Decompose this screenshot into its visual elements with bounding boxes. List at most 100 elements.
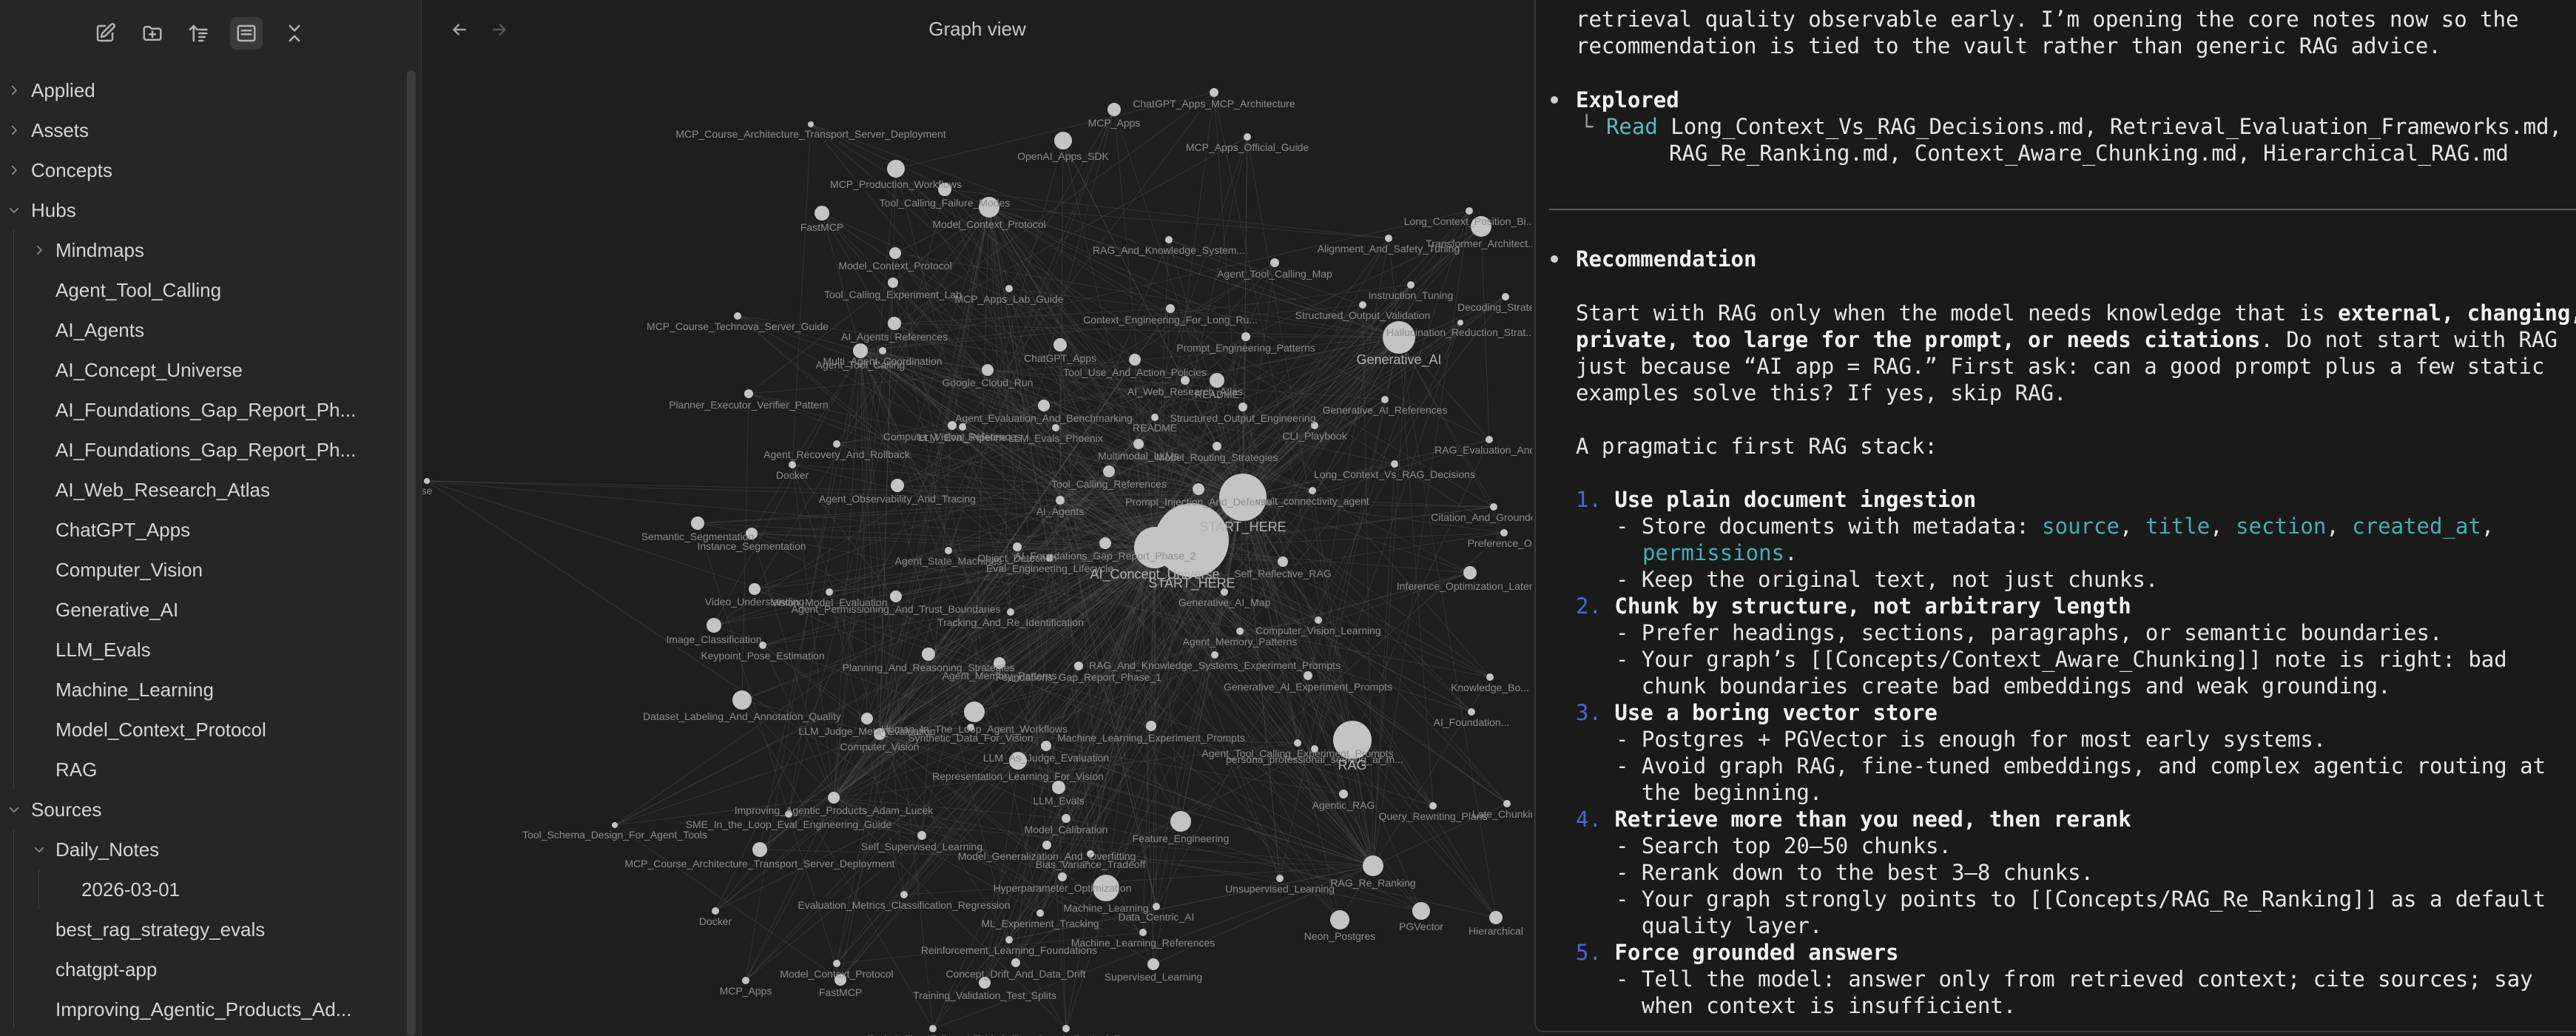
file-item-chatgpt-apps[interactable]: ChatGPT_Apps <box>0 510 403 550</box>
graph-node[interactable] <box>879 347 886 354</box>
chevron-right-icon[interactable] <box>6 162 22 178</box>
chevron-down-icon[interactable] <box>31 841 47 858</box>
graph-node[interactable] <box>1155 503 1229 577</box>
graph-node[interactable] <box>1213 442 1221 451</box>
graph-node[interactable] <box>1241 332 1250 341</box>
graph-node[interactable] <box>1429 802 1437 810</box>
graph-node[interactable] <box>808 121 814 127</box>
graph-node[interactable] <box>888 317 901 330</box>
graph-node[interactable] <box>1407 281 1415 289</box>
graph-node[interactable] <box>744 389 753 398</box>
file-item-machine-learning[interactable]: Machine_Learning <box>0 670 403 710</box>
graph-node[interactable] <box>1339 790 1348 798</box>
folder-item-daily-notes[interactable]: Daily_Notes <box>0 830 403 870</box>
file-item-llm-evals[interactable]: LLM_Evals <box>0 630 403 670</box>
graph-node[interactable] <box>1278 556 1288 567</box>
folder-item-applied[interactable]: Applied <box>0 70 403 110</box>
graph-node[interactable] <box>707 618 721 633</box>
graph-node[interactable] <box>890 591 902 602</box>
graph-node[interactable] <box>1005 936 1013 944</box>
graph-node[interactable] <box>1107 103 1121 116</box>
graph-node[interactable] <box>833 440 840 448</box>
chevron-down-icon[interactable] <box>6 801 22 818</box>
file-item-generative-ai[interactable]: Generative_AI <box>0 590 403 630</box>
graph-node[interactable] <box>1211 651 1218 659</box>
graph-node[interactable] <box>1058 872 1067 881</box>
graph-node[interactable] <box>1244 133 1251 141</box>
graph-node[interactable] <box>1236 628 1244 635</box>
graph-node[interactable] <box>1468 708 1475 716</box>
graph-node[interactable] <box>1294 739 1301 747</box>
collapse-panel-button[interactable] <box>230 17 263 50</box>
graph-node[interactable] <box>1005 285 1013 292</box>
graph-node[interactable] <box>1502 293 1509 300</box>
graph-node[interactable] <box>815 206 829 221</box>
graph-node[interactable] <box>1007 608 1014 616</box>
graph-node[interactable] <box>1490 503 1497 511</box>
file-item-best-rag-strategy-evals[interactable]: best_rag_strategy_evals <box>0 909 403 949</box>
graph-node[interactable] <box>1270 258 1279 267</box>
graph-node[interactable] <box>1486 436 1493 443</box>
graph-node[interactable] <box>1466 207 1473 215</box>
graph-node[interactable] <box>1170 811 1191 832</box>
graph-node[interactable] <box>1457 320 1463 326</box>
file-item-ai-agents[interactable]: AI_Agents <box>0 310 403 350</box>
graph-node[interactable] <box>424 478 430 484</box>
graph-node[interactable] <box>1151 414 1159 421</box>
graph-node[interactable] <box>1385 235 1392 242</box>
file-item-ai-foundations-gap-report-ph[interactable]: AI_Foundations_Gap_Report_Ph... <box>0 390 403 430</box>
graph-node[interactable] <box>1103 465 1115 477</box>
folder-item-sources[interactable]: Sources <box>0 790 403 830</box>
graph-node[interactable] <box>1486 673 1494 681</box>
graph-node[interactable] <box>1056 496 1065 505</box>
chevron-right-icon[interactable] <box>31 242 47 258</box>
graph-node[interactable] <box>1053 338 1067 352</box>
collapse-all-button[interactable] <box>278 17 311 50</box>
folder-item-assets[interactable]: Assets <box>0 110 403 150</box>
graph-node[interactable] <box>1042 841 1051 850</box>
graph-node[interactable] <box>1304 671 1312 680</box>
file-item-ai-foundations-gap-report-ph[interactable]: AI_Foundations_Gap_Report_Ph... <box>0 430 403 470</box>
graph-node[interactable] <box>982 364 994 376</box>
folder-item-mindmaps[interactable]: Mindmaps <box>0 230 403 270</box>
graph-node[interactable] <box>889 247 901 259</box>
graph-node[interactable] <box>1099 537 1111 549</box>
graph-node[interactable] <box>1166 304 1175 313</box>
graph-node[interactable] <box>1463 566 1477 579</box>
graph-node[interactable] <box>1038 400 1050 411</box>
assistant-terminal-panel[interactable]: retrieval quality observable early. I’m … <box>1534 0 2576 1032</box>
graph-node[interactable] <box>888 278 898 288</box>
graph-node[interactable] <box>734 312 741 320</box>
graph-node[interactable] <box>945 547 952 554</box>
graph-node[interactable] <box>1165 236 1173 243</box>
new-note-button[interactable] <box>89 17 121 50</box>
graph-node[interactable] <box>732 690 752 710</box>
graph-node[interactable] <box>1210 88 1218 97</box>
graph-node[interactable] <box>922 648 935 661</box>
graph-node[interactable] <box>900 891 908 898</box>
graph-node[interactable] <box>1153 903 1160 910</box>
graph-node[interactable] <box>833 960 840 967</box>
graph-node[interactable] <box>1074 662 1083 670</box>
graph-node[interactable] <box>712 907 719 915</box>
graph-node[interactable] <box>1489 911 1503 924</box>
graph-node[interactable] <box>1193 483 1204 495</box>
file-item-improving-agentic-products-ad[interactable]: Improving_Agentic_Products_Ad... <box>0 989 403 1029</box>
chevron-down-icon[interactable] <box>6 202 22 218</box>
graph-node[interactable] <box>1309 487 1316 494</box>
graph-node[interactable] <box>1139 929 1147 936</box>
sidebar-scrollbar-thumb[interactable] <box>407 70 416 1036</box>
graph-node[interactable] <box>828 792 840 804</box>
graph-node[interactable] <box>1011 958 1020 967</box>
graph-node[interactable] <box>691 517 704 530</box>
file-item-rag[interactable]: RAG <box>0 750 403 790</box>
chevron-right-icon[interactable] <box>6 82 22 98</box>
graph-node[interactable] <box>1412 902 1430 920</box>
graph-node[interactable] <box>752 842 767 857</box>
file-item-ai-web-research-atlas[interactable]: AI_Web_Research_Atlas <box>0 470 403 510</box>
graph-node[interactable] <box>1330 910 1349 929</box>
graph-node[interactable] <box>1500 529 1508 536</box>
graph-node[interactable] <box>612 822 618 828</box>
sidebar-scrollbar[interactable] <box>407 70 416 1036</box>
graph-node[interactable] <box>917 831 926 840</box>
